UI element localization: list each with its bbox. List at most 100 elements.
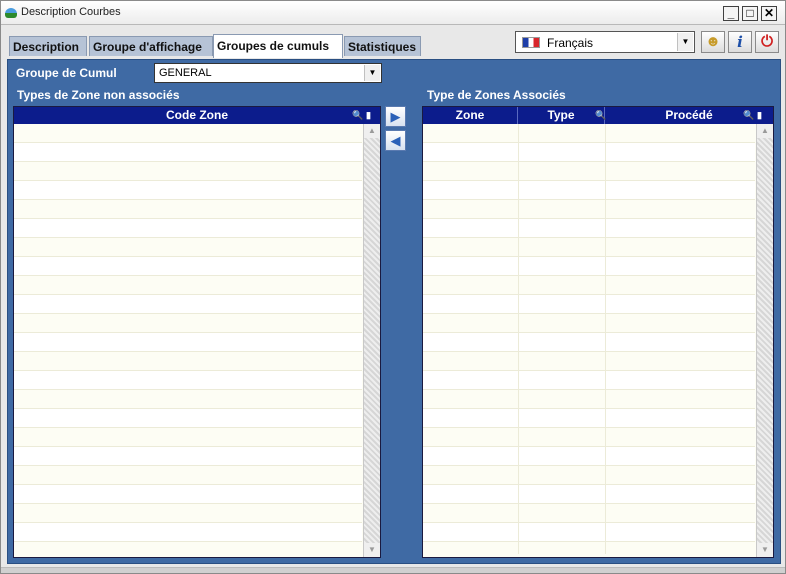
associated-zones-grid[interactable]: Zone Type 🔍 Procédé 🔍 ▮ ▲ ▼ bbox=[422, 106, 774, 558]
table-row[interactable] bbox=[423, 447, 755, 466]
table-row[interactable] bbox=[423, 352, 755, 371]
vertical-scrollbar[interactable]: ▲ ▼ bbox=[363, 124, 380, 557]
info-icon: i bbox=[737, 33, 743, 51]
table-row[interactable] bbox=[14, 352, 362, 371]
search-icon[interactable]: 🔍 bbox=[352, 107, 363, 124]
table-row[interactable] bbox=[423, 276, 755, 295]
users-button[interactable]: ☻ bbox=[701, 31, 725, 53]
tab-bar: Description Groupe d'affichage Groupes d… bbox=[1, 25, 785, 59]
unassociated-zones-label: Types de Zone non associés bbox=[17, 88, 180, 102]
table-row[interactable] bbox=[14, 295, 362, 314]
table-row[interactable] bbox=[423, 390, 755, 409]
title-bar[interactable]: Description Courbes _ □ ✕ bbox=[1, 1, 785, 25]
filter-icon[interactable]: ▮ bbox=[366, 107, 371, 124]
grid-header: Code Zone 🔍 ▮ bbox=[14, 107, 380, 124]
grid-rows bbox=[14, 124, 362, 557]
table-row[interactable] bbox=[14, 466, 362, 485]
table-row[interactable] bbox=[423, 523, 755, 542]
table-row[interactable] bbox=[14, 542, 362, 557]
table-row[interactable] bbox=[423, 371, 755, 390]
users-icon: ☻ bbox=[705, 33, 721, 50]
table-row[interactable] bbox=[423, 333, 755, 352]
tab-groupes-cumuls[interactable]: Groupes de cumuls bbox=[213, 34, 343, 58]
dissociate-zone-button[interactable]: ◀ bbox=[385, 130, 406, 151]
status-bar bbox=[1, 567, 785, 573]
table-row[interactable] bbox=[423, 238, 755, 257]
table-row[interactable] bbox=[14, 314, 362, 333]
table-row[interactable] bbox=[14, 162, 362, 181]
table-row[interactable] bbox=[14, 390, 362, 409]
table-row[interactable] bbox=[14, 447, 362, 466]
scroll-down-icon[interactable]: ▼ bbox=[757, 543, 773, 557]
cumul-group-label: Groupe de Cumul bbox=[16, 66, 117, 80]
table-row[interactable] bbox=[423, 466, 755, 485]
search-icon[interactable]: 🔍 bbox=[743, 107, 754, 124]
table-row[interactable] bbox=[14, 333, 362, 352]
table-row[interactable] bbox=[14, 238, 362, 257]
chevron-down-icon[interactable]: ▼ bbox=[364, 65, 380, 81]
table-row[interactable] bbox=[14, 523, 362, 542]
table-row[interactable] bbox=[14, 504, 362, 523]
maximize-button[interactable]: □ bbox=[742, 6, 758, 21]
table-row[interactable] bbox=[14, 200, 362, 219]
filter-icon[interactable]: ▮ bbox=[757, 107, 762, 124]
minimize-button[interactable]: _ bbox=[723, 6, 739, 21]
column-header-code-zone[interactable]: Code Zone bbox=[14, 107, 380, 124]
scroll-down-icon[interactable]: ▼ bbox=[364, 543, 380, 557]
associate-zone-button[interactable]: ▶ bbox=[385, 106, 406, 127]
table-row[interactable] bbox=[14, 485, 362, 504]
grid-rows bbox=[423, 124, 755, 557]
table-row[interactable] bbox=[423, 257, 755, 276]
close-button[interactable]: ✕ bbox=[761, 6, 777, 21]
associated-zones-label: Type de Zones Associés bbox=[427, 88, 566, 102]
unassociated-zones-grid[interactable]: Code Zone 🔍 ▮ ▲ ▼ bbox=[13, 106, 381, 558]
table-row[interactable] bbox=[14, 276, 362, 295]
french-flag-icon bbox=[522, 37, 540, 48]
table-row[interactable] bbox=[423, 542, 755, 557]
arrow-right-icon: ▶ bbox=[390, 109, 401, 124]
table-row[interactable] bbox=[14, 124, 362, 143]
table-row[interactable] bbox=[423, 295, 755, 314]
cumul-group-select[interactable]: GENERAL ▼ bbox=[154, 63, 382, 83]
app-window: Description Courbes _ □ ✕ Description Gr… bbox=[0, 0, 786, 574]
tab-statistiques[interactable]: Statistiques bbox=[344, 36, 421, 56]
vertical-scrollbar[interactable]: ▲ ▼ bbox=[756, 124, 773, 557]
table-row[interactable] bbox=[14, 181, 362, 200]
table-row[interactable] bbox=[14, 143, 362, 162]
power-icon: ⏻ bbox=[761, 33, 773, 50]
column-divider bbox=[605, 124, 606, 554]
arrow-left-icon: ◀ bbox=[390, 133, 401, 148]
table-row[interactable] bbox=[14, 219, 362, 238]
table-row[interactable] bbox=[423, 409, 755, 428]
column-divider bbox=[518, 124, 519, 554]
table-row[interactable] bbox=[14, 257, 362, 276]
tab-groupe-affichage[interactable]: Groupe d'affichage bbox=[89, 36, 213, 56]
info-button[interactable]: i bbox=[728, 31, 752, 53]
table-row[interactable] bbox=[14, 409, 362, 428]
table-row[interactable] bbox=[423, 428, 755, 447]
table-row[interactable] bbox=[423, 314, 755, 333]
chevron-down-icon[interactable]: ▼ bbox=[677, 33, 693, 51]
power-button[interactable]: ⏻ bbox=[755, 31, 779, 53]
table-row[interactable] bbox=[423, 181, 755, 200]
scroll-up-icon[interactable]: ▲ bbox=[364, 124, 380, 138]
tab-description[interactable]: Description bbox=[9, 36, 87, 56]
table-row[interactable] bbox=[423, 504, 755, 523]
window-title: Description Courbes bbox=[21, 6, 121, 18]
table-row[interactable] bbox=[423, 124, 755, 143]
table-row[interactable] bbox=[423, 200, 755, 219]
table-row[interactable] bbox=[423, 143, 755, 162]
table-row[interactable] bbox=[423, 162, 755, 181]
column-header-zone[interactable]: Zone bbox=[423, 107, 518, 124]
cumul-group-value: GENERAL bbox=[159, 67, 212, 79]
table-row[interactable] bbox=[14, 428, 362, 447]
app-icon bbox=[5, 8, 17, 18]
table-row[interactable] bbox=[423, 219, 755, 238]
table-row[interactable] bbox=[14, 371, 362, 390]
language-select[interactable]: Français ▼ bbox=[515, 31, 695, 53]
grid-header: Zone Type 🔍 Procédé 🔍 ▮ bbox=[423, 107, 773, 124]
column-header-type[interactable]: Type bbox=[518, 107, 605, 124]
table-row[interactable] bbox=[423, 485, 755, 504]
cumul-panel: Groupe de Cumul GENERAL ▼ Types de Zone … bbox=[7, 59, 781, 564]
scroll-up-icon[interactable]: ▲ bbox=[757, 124, 773, 138]
